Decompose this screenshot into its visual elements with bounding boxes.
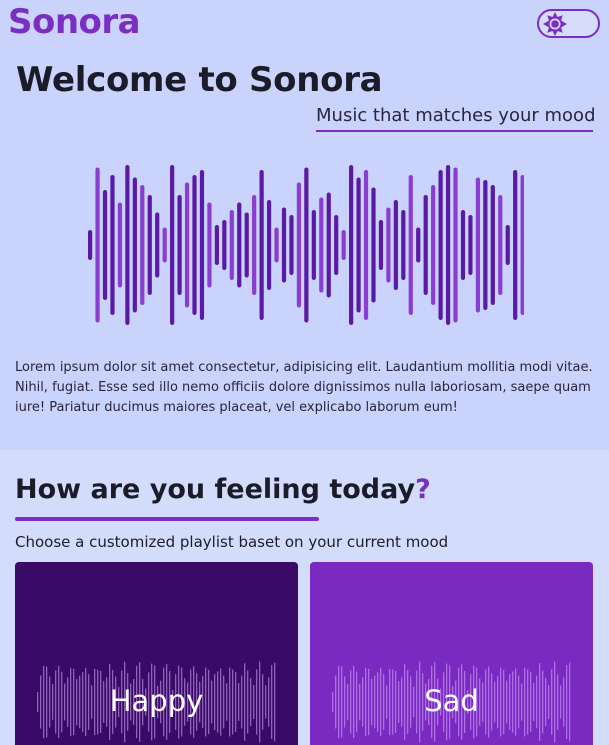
wave-bar [192, 175, 197, 315]
wave-bar [408, 175, 413, 315]
wave-bar [237, 202, 242, 288]
wave-bar [401, 210, 406, 280]
wave-bar [214, 225, 219, 265]
wave-bar [475, 177, 480, 313]
wave-bar [95, 167, 100, 323]
wave-bar [505, 225, 510, 265]
mood-card-happy[interactable]: Happy [15, 562, 298, 745]
wave-bar [431, 185, 436, 305]
wave-bar [416, 227, 421, 263]
page-title: Welcome to Sonora [16, 60, 383, 100]
wave-bar [498, 195, 503, 295]
wave-bar [356, 177, 361, 313]
wave-bar [252, 195, 257, 295]
wave-bar [393, 200, 398, 290]
wave-bar [207, 202, 212, 288]
wave-bar [438, 170, 443, 320]
wave-bar [132, 177, 137, 313]
wave-bar [468, 215, 473, 275]
wave-bar [334, 215, 339, 275]
wave-bar [460, 210, 466, 280]
wave-bar [274, 227, 279, 263]
wave-bar [266, 200, 272, 290]
wave-bar [229, 210, 234, 280]
wave-bar [490, 185, 495, 305]
wave-bar [222, 220, 227, 270]
wave-bar [483, 180, 488, 310]
mood-card-sad[interactable]: Sad [310, 562, 593, 745]
wave-bar [162, 227, 167, 263]
mood-heading-text: How are you feeling today [15, 474, 416, 505]
sun-icon [543, 12, 567, 36]
wave-bar [289, 215, 294, 275]
wave-bar [199, 170, 205, 320]
heading-underline [15, 517, 319, 521]
tagline: Music that matches your mood [316, 105, 596, 132]
wave-bar [281, 207, 287, 283]
hero-description: Lorem ipsum dolor sit amet consectetur, … [15, 360, 593, 415]
wave-bar [311, 210, 316, 280]
wave-bar [140, 185, 145, 305]
wave-bar [244, 212, 249, 278]
wave-bar [184, 182, 190, 308]
wave-bar [296, 182, 302, 308]
wave-bar [513, 170, 518, 320]
wave-bar [117, 202, 123, 288]
wave-bar [110, 175, 115, 315]
mood-heading: How are you feeling today? [15, 474, 431, 505]
wave-bar [177, 195, 182, 295]
wave-bar [125, 165, 130, 325]
wave-bar [423, 195, 428, 295]
wave-bar [326, 192, 331, 298]
mood-card-label: Sad [424, 684, 479, 718]
mood-card-label: Happy [109, 684, 204, 718]
brand-logo[interactable]: Sonora [8, 2, 141, 42]
wave-bar [102, 190, 108, 300]
wave-bar [378, 220, 384, 270]
wave-bar [304, 167, 309, 323]
wave-bar [520, 175, 524, 315]
mood-subtitle: Choose a customized playlist baset on yo… [15, 533, 449, 551]
wave-bar [453, 167, 458, 323]
wave-bar [319, 197, 324, 293]
wave-bar [259, 170, 264, 320]
wave-bar [371, 187, 376, 303]
wave-bar [363, 170, 369, 320]
soundwave-graphic [88, 165, 524, 325]
wave-bar [341, 230, 346, 260]
mood-heading-mark: ? [415, 474, 431, 505]
wave-bar [147, 195, 152, 295]
wave-bar [155, 212, 160, 278]
wave-bar [386, 207, 391, 283]
wave-bar [445, 165, 451, 325]
wave-bar [170, 165, 175, 325]
wave-bar [88, 230, 93, 260]
wave-bar [349, 165, 354, 325]
theme-toggle[interactable] [537, 9, 600, 38]
